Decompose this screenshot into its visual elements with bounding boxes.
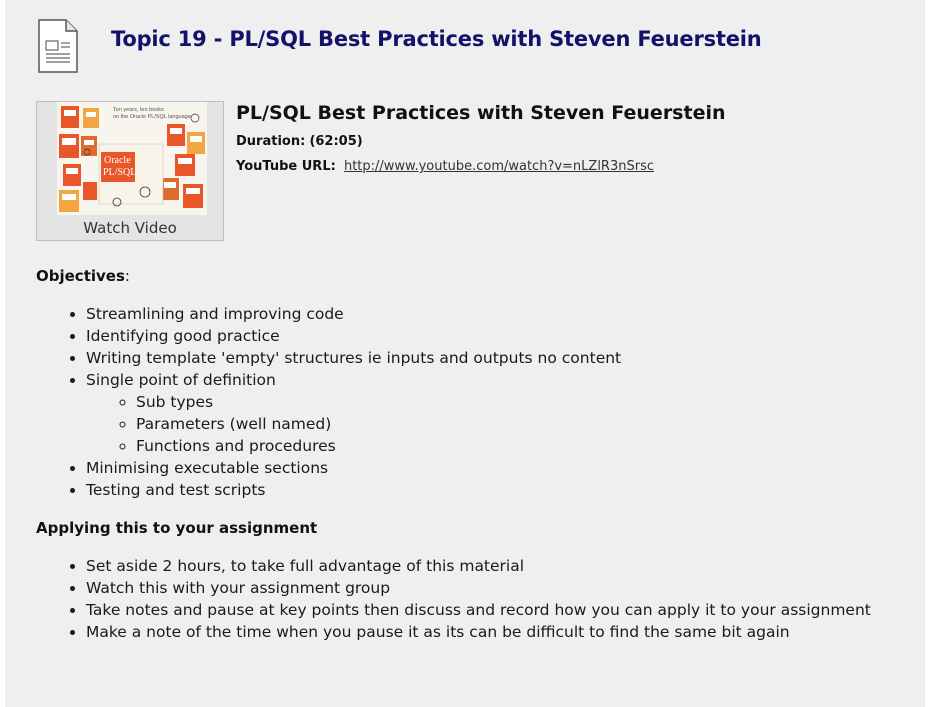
assignment-list: Set aside 2 hours, to take full advantag… (36, 555, 871, 643)
duration-label: Duration: (236, 134, 306, 149)
objectives-list: Streamlining and improving code Identify… (36, 303, 621, 501)
list-item: Set aside 2 hours, to take full advantag… (86, 555, 871, 577)
objectives-heading: Objectives: (36, 267, 130, 285)
list-item: Identifying good practice (86, 325, 621, 347)
list-item: Streamlining and improving code (86, 303, 621, 325)
list-item: Minimising executable sections (86, 457, 621, 479)
thumbnail-plsql-text: PL/SQL (103, 167, 136, 178)
duration-value: (62:05) (309, 134, 363, 149)
video-title: PL/SQL Best Practices with Steven Feuers… (236, 102, 726, 124)
objectives-heading-text: Objectives (36, 267, 125, 285)
objectives-heading-colon: : (124, 267, 130, 285)
thumbnail-text-2: on the Oracle PL/SQL language (113, 114, 191, 120)
document-icon (38, 19, 78, 73)
thumbnail-oracle-text: Oracle (104, 155, 131, 166)
list-item-parent: Single point of definition Sub types Par… (86, 369, 621, 457)
page-title: Topic 19 - PL/SQL Best Practices with St… (111, 27, 762, 51)
list-item: Testing and test scripts (86, 479, 621, 501)
youtube-url-label: YouTube URL: (236, 159, 336, 174)
sub-list-item: Parameters (well named) (136, 413, 621, 435)
sub-list-item: Sub types (136, 391, 621, 413)
list-item: Writing template 'empty' structures ie i… (86, 347, 621, 369)
youtube-url-link[interactable]: http://www.youtube.com/watch?v=nLZlR3nSr… (344, 159, 654, 174)
assignment-heading: Applying this to your assignment (36, 519, 318, 537)
duration-row: Duration: (62:05) (236, 134, 363, 149)
list-item: Make a note of the time when you pause i… (86, 621, 871, 643)
objectives-sublist: Sub types Parameters (well named) Functi… (86, 391, 621, 457)
watch-video-label[interactable]: Watch Video (37, 219, 223, 237)
video-thumbnail[interactable]: Ten years, ten books on the Oracle PL/SQ… (57, 102, 207, 215)
youtube-url-row: YouTube URL: http://www.youtube.com/watc… (236, 159, 654, 174)
sub-list-item: Functions and procedures (136, 435, 621, 457)
list-item: Take notes and pause at key points then … (86, 599, 871, 621)
watch-video-card[interactable]: Ten years, ten books on the Oracle PL/SQ… (36, 101, 224, 241)
list-item-text: Single point of definition (86, 371, 276, 389)
thumbnail-text-1: Ten years, ten books (113, 107, 164, 113)
list-item: Watch this with your assignment group (86, 577, 871, 599)
